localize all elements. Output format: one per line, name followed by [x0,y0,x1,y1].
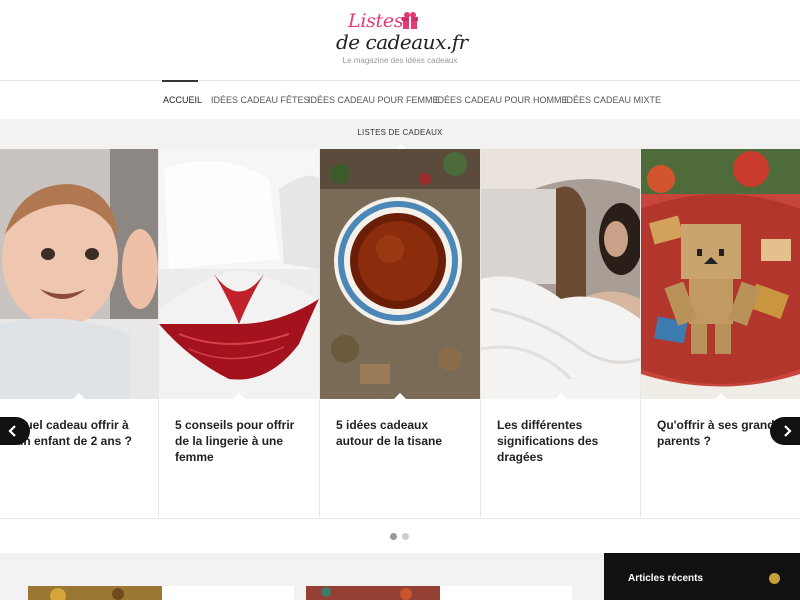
clock-icon [769,573,780,584]
card-image-danbo[interactable] [641,149,800,399]
card-caret [394,393,406,399]
carousel-prev-button[interactable] [0,417,30,445]
card-caret [554,393,567,399]
article-card-body [162,586,294,600]
thumbnail-image [28,586,162,600]
carousel-card[interactable]: 5 idées cadeaux autour de la tisane [320,149,481,517]
nav-item-idees-cadeau-homme[interactable]: IDÉES CADEAU POUR HOMME [435,81,568,119]
card-title[interactable]: 5 conseils pour offrir de la lingerie à … [175,417,307,465]
card-image-baby[interactable] [0,149,158,399]
card-title[interactable]: 5 idées cadeaux autour de la tisane [336,417,468,449]
chevron-left-icon [8,425,16,437]
nav-item-idees-cadeau-mixte[interactable]: IDÉES CADEAU MIXTE [564,81,661,119]
recent-articles-title: Articles récents [628,573,704,584]
red-lingerie-photo [159,149,319,399]
article-thumbnail[interactable] [306,586,440,600]
carousel-card[interactable]: 5 conseils pour offrir de la lingerie à … [159,149,320,517]
article-card-body [440,586,572,600]
nav-item-idees-cadeau-fetes[interactable]: IDÉES CADEAU FÊTES [211,81,310,119]
carousel-pagination [390,533,414,541]
content-section: Articles récents [0,553,800,600]
card-caret [73,393,85,399]
carousel-card[interactable]: Les différentes significations des dragé… [481,149,641,517]
bride-photo [481,149,640,399]
section-header: LISTES DE CADEAUX [0,119,800,150]
carousel-card[interactable]: Quel cadeau offrir à un enfant de 2 ans … [0,149,159,517]
carousel-card[interactable]: Qu'offrir à ses grands-parents ? [641,149,800,517]
section-title: LISTES DE CADEAUX [357,128,443,137]
carousel-dot-active[interactable] [390,533,397,540]
nav-item-accueil[interactable]: ACCUEIL [163,81,202,119]
card-caret [233,393,245,399]
recent-articles-widget: Articles récents [604,553,800,600]
site-tagline: Le magazine des idées cadeaux [342,56,458,65]
logo-text-line2: de cadeaux.fr [336,30,468,54]
card-title[interactable]: Qu'offrir à ses grands-parents ? [657,417,788,449]
card-caret [714,393,727,399]
logo-text-line1: Listes [348,10,404,32]
main-nav: ACCUEIL IDÉES CADEAU FÊTES IDÉES CADEAU … [0,80,800,120]
card-title[interactable]: Quel cadeau offrir à un enfant de 2 ans … [16,417,146,449]
carousel-divider [0,518,800,519]
article-thumbnail[interactable] [28,586,162,600]
nav-item-idees-cadeau-femme[interactable]: IDÉES CADEAU POUR FEMME [308,81,439,119]
gift-icon [402,12,418,29]
card-image-lingerie[interactable] [159,149,319,399]
card-title[interactable]: Les différentes significations des dragé… [497,417,628,465]
article-carousel: Quel cadeau offrir à un enfant de 2 ans … [0,149,800,519]
card-image-bride[interactable] [481,149,640,399]
danbo-toy-photo [641,149,800,399]
card-image-tea[interactable] [320,149,480,399]
thumbnail-image [306,586,440,600]
chevron-right-icon [784,425,792,437]
site-logo[interactable]: Listes de cadeaux.fr [336,10,468,54]
tea-cup-photo [320,149,480,399]
site-header: Listes de cadeaux.fr Le magazine des idé… [0,0,800,80]
carousel-next-button[interactable] [770,417,800,445]
carousel-dot[interactable] [402,533,409,540]
baby-photo [0,149,158,399]
